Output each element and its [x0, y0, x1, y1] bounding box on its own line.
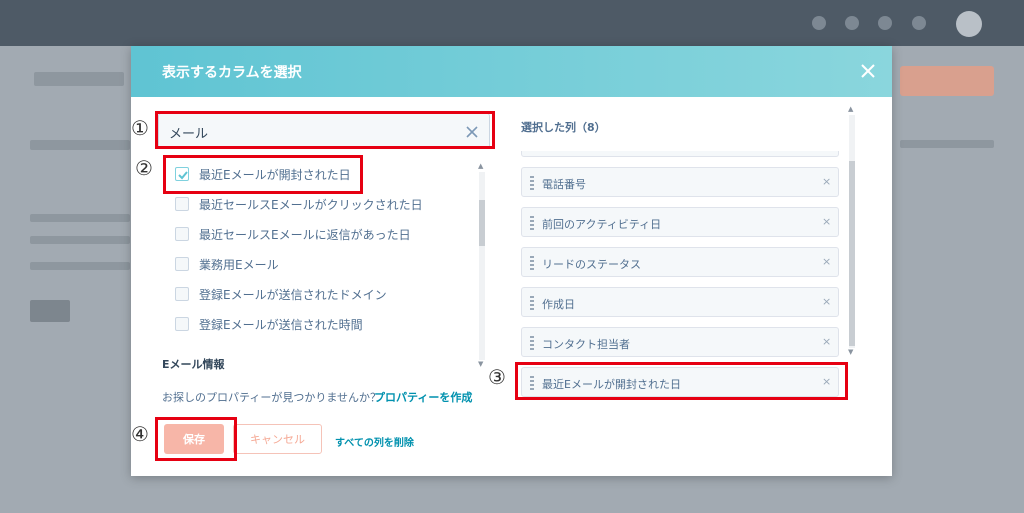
selected-column-label: 電話番号	[542, 178, 586, 191]
remove-column-icon[interactable]: ×	[822, 175, 831, 188]
property-option-label: 登録Eメールが送信された時間	[199, 318, 363, 332]
background-row	[30, 214, 130, 222]
selected-column-item[interactable]	[521, 151, 839, 157]
selected-columns-heading: 選択した列（8）	[521, 121, 606, 134]
property-option-label: 最近セールスEメールに返信があった日	[199, 228, 411, 242]
remove-column-icon[interactable]: ×	[822, 255, 831, 268]
property-option-label: 業務用Eメール	[199, 258, 279, 272]
scrollbar-thumb[interactable]	[479, 200, 485, 246]
background-nav-icon	[845, 16, 859, 30]
create-property-link[interactable]: プロパティーを作成	[374, 389, 472, 405]
drag-handle-icon[interactable]	[530, 256, 534, 270]
background-row	[30, 262, 130, 270]
background-row	[30, 236, 130, 244]
scroll-up-icon[interactable]: ▲	[848, 105, 853, 113]
scroll-up-icon[interactable]: ▲	[478, 162, 483, 170]
remove-column-icon[interactable]: ×	[822, 335, 831, 348]
selected-column-label: リードのステータス	[542, 258, 641, 271]
selected-column-label: コンタクト担当者	[542, 338, 630, 351]
cancel-button[interactable]: キャンセル	[233, 424, 322, 454]
scrollbar-thumb[interactable]	[849, 161, 855, 346]
background-nav-icon	[878, 16, 892, 30]
annotation-number-1: ①	[131, 116, 149, 140]
selected-column-label: 前回のアクティビティ日	[542, 218, 662, 231]
annotation-box-selected-column	[515, 362, 848, 400]
drag-handle-icon[interactable]	[530, 336, 534, 350]
background-row	[900, 140, 994, 148]
avatar	[956, 11, 982, 37]
checkbox[interactable]	[175, 227, 189, 241]
annotation-box-checkbox	[163, 155, 363, 194]
scroll-down-icon[interactable]: ▼	[848, 348, 853, 356]
selected-column-item[interactable]: 作成日 ×	[521, 287, 839, 317]
background-topbar	[0, 0, 1024, 46]
property-list-scrollbar[interactable]: ▲ ▼	[477, 160, 487, 370]
drag-handle-icon[interactable]	[530, 296, 534, 310]
property-option-label: 最近セールスEメールがクリックされた日	[199, 198, 423, 212]
background-button	[30, 300, 70, 322]
checkbox[interactable]	[175, 287, 189, 301]
remove-column-icon[interactable]: ×	[822, 215, 831, 228]
checkbox[interactable]	[175, 257, 189, 271]
close-icon[interactable]	[858, 61, 878, 81]
annotation-number-2: ②	[135, 156, 153, 180]
background-nav-icon	[912, 16, 926, 30]
annotation-box-save	[155, 417, 237, 461]
remove-all-columns-link[interactable]: すべての列を削除	[335, 434, 414, 449]
selected-list-scrollbar[interactable]: ▲ ▼	[847, 105, 857, 358]
background-create-button	[900, 66, 994, 96]
background-nav-icon	[812, 16, 826, 30]
drag-handle-icon[interactable]	[530, 216, 534, 230]
selected-column-item[interactable]: 前回のアクティビティ日 ×	[521, 207, 839, 237]
selected-column-item[interactable]: コンタクト担当者 ×	[521, 327, 839, 357]
scroll-down-icon[interactable]: ▼	[478, 360, 483, 368]
background-page-title	[34, 72, 124, 86]
remove-column-icon[interactable]: ×	[822, 295, 831, 308]
annotation-number-4: ④	[131, 422, 149, 446]
checkbox[interactable]	[175, 317, 189, 331]
annotation-number-3: ③	[488, 365, 506, 389]
checkbox[interactable]	[175, 197, 189, 211]
selected-column-label: 作成日	[542, 298, 575, 311]
selected-column-item[interactable]: 電話番号 ×	[521, 167, 839, 197]
selected-column-item[interactable]: リードのステータス ×	[521, 247, 839, 277]
background-filter-bar	[30, 140, 130, 150]
group-heading: Eメール情報	[162, 358, 225, 371]
missing-property-text: お探しのプロパティーが見つかりませんか？	[162, 391, 382, 404]
modal-title: 表示するカラムを選択	[162, 65, 302, 81]
annotation-box-search	[155, 111, 495, 149]
modal-header: 表示するカラムを選択	[131, 46, 892, 97]
property-option-label: 登録Eメールが送信されたドメイン	[199, 288, 387, 302]
drag-handle-icon[interactable]	[530, 176, 534, 190]
